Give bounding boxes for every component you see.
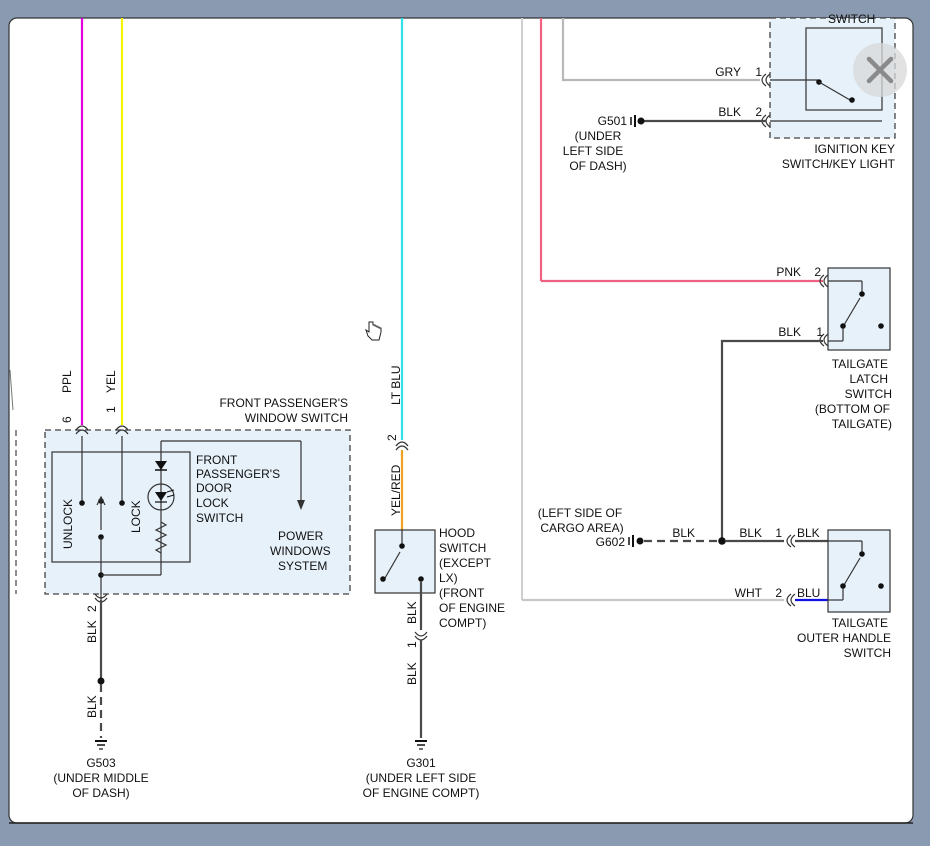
hood-label-7: COMPT): [439, 616, 486, 630]
pin-2-hood: 2: [385, 434, 399, 441]
lock-label: LOCK: [129, 500, 143, 533]
handle-contact: [859, 551, 865, 557]
window-switch-label-1: FRONT PASSENGER'S: [219, 396, 348, 410]
door-lock-label-1: FRONT: [196, 453, 238, 467]
hood-switch-common: [418, 576, 424, 582]
wire-label-blk-1: BLK: [85, 620, 99, 643]
wire-label-blk-g602: BLK: [672, 526, 695, 540]
g503-label-3: OF DASH): [72, 786, 129, 800]
ignition-switch-top-label: SWITCH: [828, 12, 875, 26]
lock-contact: [119, 500, 125, 506]
power-windows-label-2: WINDOWS: [270, 544, 331, 558]
pin-1-latch: 1: [816, 325, 823, 339]
wire-label-ppl: PPL: [60, 370, 74, 393]
unlock-label: UNLOCK: [61, 499, 75, 549]
wire-label-blk-hood-2: BLK: [405, 662, 419, 685]
g501-label-1: G501: [598, 114, 628, 128]
door-lock-label-4: LOCK: [196, 496, 229, 510]
ignition-label-1: IGNITION KEY: [814, 142, 895, 156]
g501-label-2: (UNDER: [575, 129, 622, 143]
handle-pivot: [840, 583, 846, 589]
g301-label-1: G301: [406, 756, 436, 770]
latch-pivot: [840, 323, 846, 329]
wire-label-blk-latch: BLK: [778, 325, 801, 339]
latch-label-1: TAILGATE: [832, 357, 888, 371]
diagram-viewer: PPL YEL 6 1 FRONT PASSENGER'S WINDOW SWI…: [0, 0, 930, 841]
ign-contact: [849, 97, 855, 103]
close-button[interactable]: [853, 43, 907, 97]
wire-label-gry: GRY: [715, 65, 741, 79]
g602-label-3: G602: [596, 535, 626, 549]
hood-label-1: HOOD: [439, 526, 475, 540]
g503-label-1: G503: [86, 756, 116, 770]
latch-spare: [878, 323, 884, 329]
door-lock-label-3: DOOR: [196, 481, 232, 495]
ignition-label-2: SWITCH/KEY LIGHT: [782, 157, 896, 171]
wire-label-yel-red: YEL/RED: [389, 464, 403, 516]
pin-2-latch: 2: [814, 265, 821, 279]
tailgate-latch-box: [827, 267, 891, 351]
diagram-sheet: [8, 17, 914, 824]
door-lock-label-2: PASSENGER'S: [196, 467, 280, 481]
wire-label-blk-handle-1: BLK: [739, 526, 762, 540]
wire-label-blk-hood-1: BLK: [405, 601, 419, 624]
latch-label-4: (BOTTOM OF: [815, 402, 890, 416]
latch-contact: [859, 291, 865, 297]
latch-label-3: SWITCH: [845, 387, 892, 401]
wire-label-yel: YEL: [104, 370, 118, 393]
latch-label-2: LATCH: [850, 372, 888, 386]
wire-label-blu: BLU: [797, 586, 820, 600]
g501-terminal: [637, 117, 645, 125]
hood-switch-pivot: [380, 576, 386, 582]
hood-label-5: (FRONT: [439, 586, 485, 600]
latch-label-5: TAILGATE): [832, 417, 892, 431]
g503-label-2: (UNDER MIDDLE: [53, 771, 148, 785]
splice-g602: [718, 537, 726, 545]
wire-label-pnk: PNK: [776, 265, 801, 279]
hood-switch-contact: [399, 543, 405, 549]
g602-terminal: [636, 537, 644, 545]
handle-label-2: OUTER HANDLE: [797, 631, 891, 645]
wire-label-blk-ign: BLK: [718, 105, 741, 119]
handle-label-3: SWITCH: [844, 646, 891, 660]
pin-1-handle: 1: [775, 526, 782, 540]
wire-label-lt-blu: LT BLU: [389, 365, 403, 405]
hood-label-3: (EXCEPT: [439, 556, 492, 570]
handle-spare: [878, 583, 884, 589]
unlock-contact: [79, 500, 85, 506]
g501-label-4: OF DASH): [569, 159, 626, 173]
hood-label-6: OF ENGINE: [439, 601, 505, 615]
pin-1-hood: 1: [405, 641, 419, 648]
hood-label-4: LX): [439, 571, 458, 585]
hood-switch-box: [374, 529, 436, 594]
splice-g503: [97, 677, 105, 685]
pin-2-handle: 2: [775, 586, 782, 600]
pin-1-ign: 1: [755, 65, 762, 79]
wire-label-wht: WHT: [735, 586, 763, 600]
g301-label-2: (UNDER LEFT SIDE: [366, 771, 476, 785]
wire-label-blk-handle-2: BLK: [797, 526, 820, 540]
door-lock-label-5: SWITCH: [196, 511, 243, 525]
g602-label-2: CARGO AREA): [540, 521, 623, 535]
hood-label-2: SWITCH: [439, 541, 486, 555]
g602-label-1: (LEFT SIDE OF: [538, 506, 622, 520]
power-windows-label-1: POWER: [278, 529, 324, 543]
g501-label-3: LEFT SIDE: [563, 144, 623, 158]
handle-label-1: TAILGATE: [832, 616, 888, 630]
pin-2-ign: 2: [755, 105, 762, 119]
wiring-diagram: PPL YEL 6 1 FRONT PASSENGER'S WINDOW SWI…: [8, 12, 914, 824]
pin-2-g503: 2: [85, 605, 99, 612]
pin-1-yel: 1: [104, 406, 118, 413]
g301-label-3: OF ENGINE COMPT): [363, 786, 480, 800]
power-windows-label-3: SYSTEM: [278, 559, 327, 573]
pin-6: 6: [60, 416, 74, 423]
window-switch-label-2: WINDOW SWITCH: [245, 411, 348, 425]
wire-label-blk-2: BLK: [85, 695, 99, 718]
